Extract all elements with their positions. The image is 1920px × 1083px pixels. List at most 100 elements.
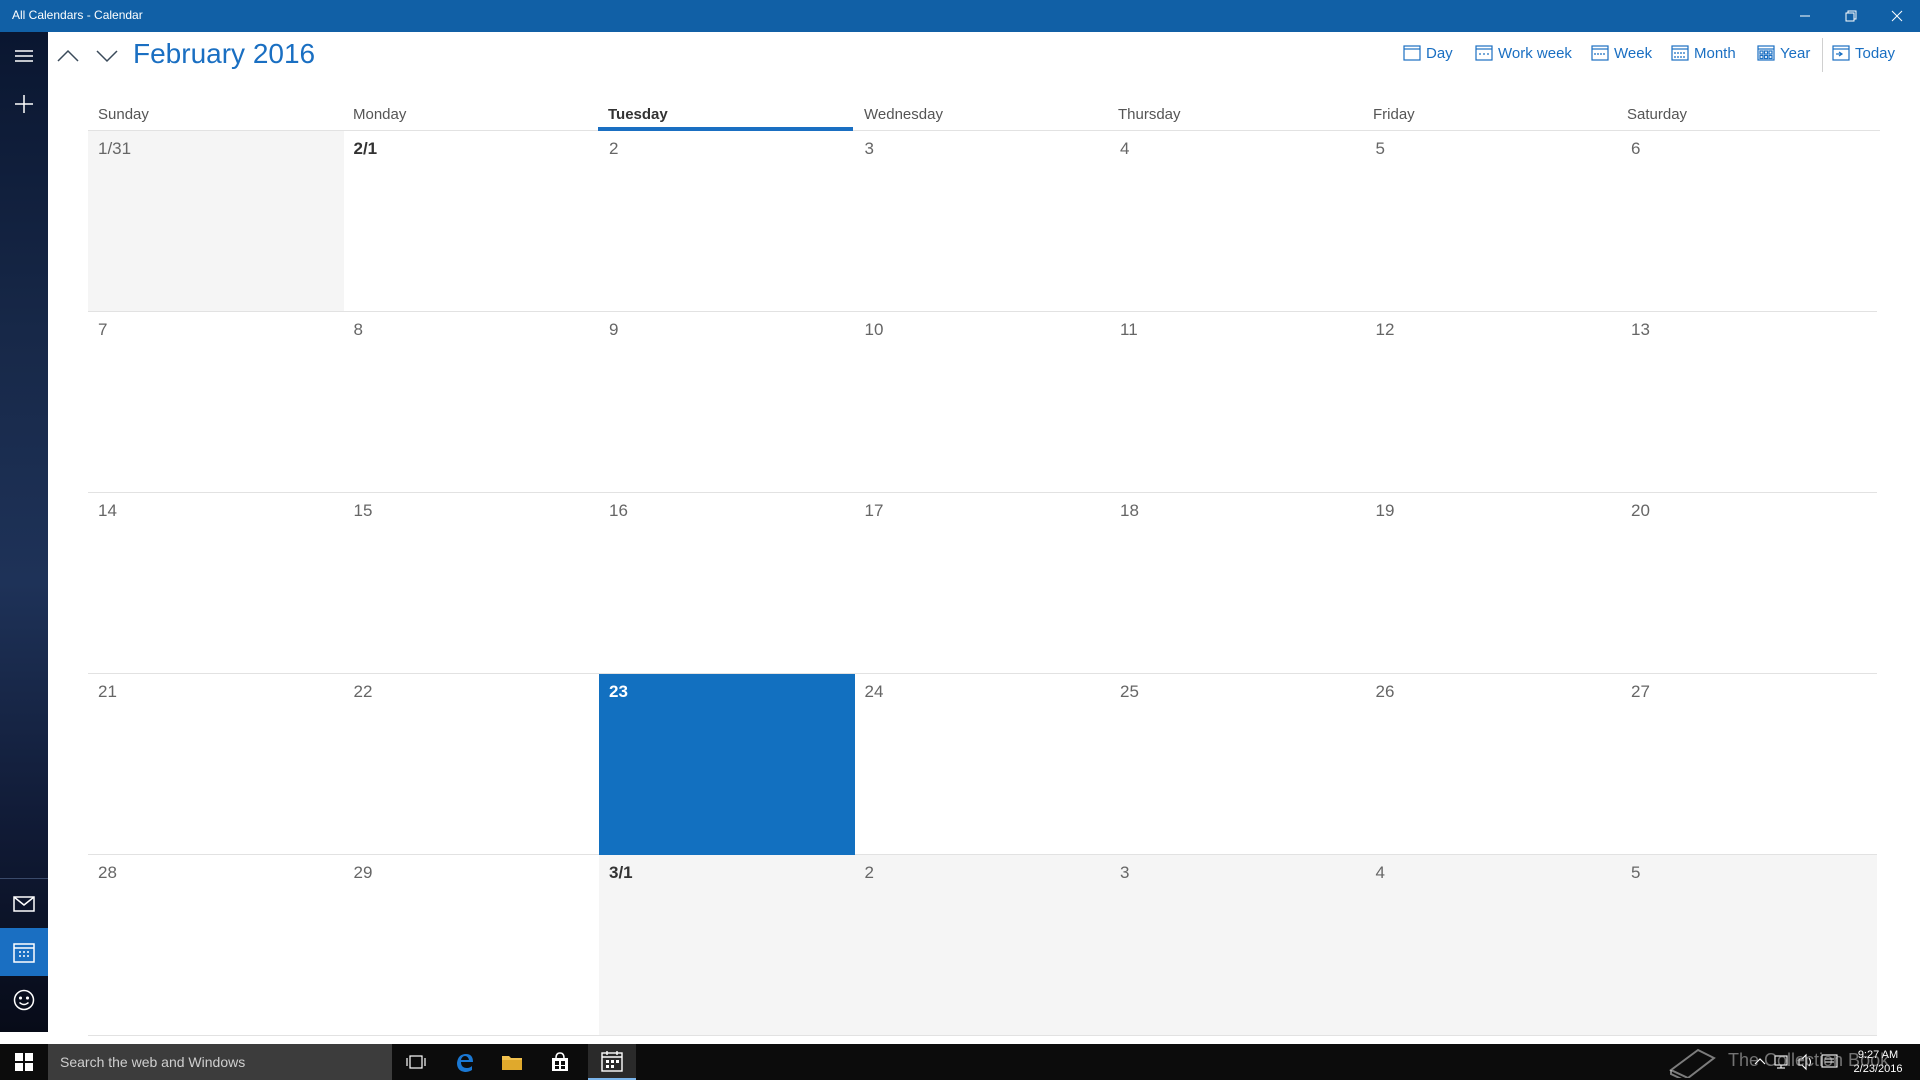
today-icon [1832, 45, 1850, 61]
day-cell[interactable]: 29 [343, 855, 600, 1036]
restore-button[interactable] [1828, 0, 1874, 32]
day-number: 5 [1375, 139, 1385, 158]
day-cell[interactable]: 25 [1110, 674, 1366, 855]
today-button[interactable]: Today [1832, 40, 1895, 66]
taskbar-search-box[interactable]: Search the web and Windows [48, 1044, 392, 1080]
calendar-icon [13, 943, 35, 963]
day-number: 28 [98, 863, 117, 882]
close-icon [1891, 10, 1903, 22]
watermark: The Collection Book [1668, 1040, 1889, 1080]
day-number: 22 [353, 682, 373, 701]
new-event-icon [15, 95, 33, 113]
day-number: 20 [1631, 501, 1650, 520]
day-cell[interactable]: 18 [1110, 493, 1366, 674]
day-view-icon [1403, 45, 1421, 61]
start-button[interactable] [0, 1044, 48, 1080]
day-cell[interactable]: 14 [88, 493, 344, 674]
day-number: 3/1 [609, 863, 633, 882]
people-icon [13, 989, 35, 1011]
day-cell[interactable]: 19 [1365, 493, 1622, 674]
day-cell[interactable]: 6 [1621, 131, 1877, 312]
day-cell[interactable]: 1/31 [88, 131, 344, 312]
day-number: 4 [1375, 863, 1385, 882]
day-cell[interactable]: 22 [343, 674, 600, 855]
watermark-text: The Collection Book [1728, 1049, 1890, 1070]
task-view-button[interactable] [392, 1044, 440, 1080]
day-cell[interactable]: 16 [599, 493, 855, 674]
week-view-icon [1591, 45, 1609, 61]
month-grid: 1/31 2/1 2 3 4 5 6 7 8 9 10 11 12 13 14 15 16 17 18 19 20 21 2… [88, 131, 1880, 1036]
rail-divider [0, 878, 48, 879]
store-button[interactable] [536, 1044, 584, 1080]
day-number: 2/1 [353, 139, 378, 158]
day-cell[interactable]: 3 [854, 131, 1111, 312]
day-number: 21 [98, 682, 117, 701]
day-number: 24 [864, 682, 884, 701]
calendar-app-button[interactable] [588, 1044, 636, 1080]
day-cell[interactable]: 2 [854, 855, 1111, 1036]
day-number: 6 [1631, 139, 1641, 158]
day-cell[interactable]: 28 [88, 855, 344, 1036]
day-cell[interactable]: 17 [854, 493, 1111, 674]
hamburger-menu-button[interactable] [0, 32, 48, 80]
day-number: 18 [1120, 501, 1139, 520]
day-number: 2 [864, 863, 874, 882]
store-icon [552, 1052, 568, 1071]
day-cell[interactable]: 12 [1365, 312, 1622, 493]
taskbar-search-placeholder: Search the web and Windows [60, 1054, 246, 1070]
day-cell[interactable]: 5 [1365, 131, 1622, 312]
day-cell[interactable]: 20 [1621, 493, 1877, 674]
day-cell-today[interactable]: 23 [599, 674, 855, 855]
day-cell[interactable]: 11 [1110, 312, 1366, 493]
left-rail [0, 32, 48, 1059]
day-number: 7 [98, 320, 108, 339]
day-cell[interactable]: 2/1 [343, 131, 600, 312]
day-cell[interactable]: 9 [599, 312, 855, 493]
minimize-button[interactable] [1782, 0, 1828, 32]
day-cell[interactable]: 4 [1365, 855, 1622, 1036]
new-event-button[interactable] [0, 80, 48, 128]
calendar-app-icon [601, 1051, 623, 1072]
day-cell[interactable]: 7 [88, 312, 344, 493]
day-cell[interactable]: 2 [599, 131, 855, 312]
day-number: 10 [864, 320, 884, 339]
day-cell[interactable]: 3 [1110, 855, 1366, 1036]
close-button[interactable] [1874, 0, 1920, 32]
day-cell[interactable]: 4 [1110, 131, 1366, 312]
day-cell[interactable]: 15 [343, 493, 600, 674]
hamburger-menu-icon [15, 50, 33, 62]
people-button[interactable] [0, 976, 48, 1024]
previous-month-button[interactable] [50, 42, 86, 70]
view-work-week-label: Work week [1498, 44, 1572, 62]
mail-button[interactable] [0, 880, 48, 928]
day-cell[interactable]: 8 [343, 312, 600, 493]
day-cell[interactable]: 24 [854, 674, 1111, 855]
day-cell[interactable]: 21 [88, 674, 344, 855]
day-number: 11 [1120, 320, 1138, 339]
weekday-header-saturday: Saturday [1627, 106, 1688, 123]
day-number: 27 [1631, 682, 1650, 701]
next-month-button[interactable] [89, 42, 125, 70]
day-number: 23 [609, 682, 628, 701]
day-cell[interactable]: 13 [1621, 312, 1877, 493]
view-divider [1822, 38, 1823, 72]
day-cell[interactable]: 3/1 [599, 855, 855, 1036]
view-week-button[interactable]: Week [1591, 40, 1652, 66]
day-cell[interactable]: 27 [1621, 674, 1877, 855]
day-number: 13 [1631, 320, 1650, 339]
month-view-icon [1671, 45, 1689, 61]
day-number: 8 [353, 320, 363, 339]
taskbar: Search the web and Windows 9:27 AM 2/23/… [0, 1044, 1920, 1080]
view-day-button[interactable]: Day [1403, 40, 1453, 66]
day-cell[interactable]: 5 [1621, 855, 1877, 1036]
file-explorer-button[interactable] [488, 1044, 536, 1080]
view-month-button[interactable]: Month [1671, 40, 1736, 66]
edge-browser-button[interactable] [440, 1044, 488, 1080]
month-title[interactable]: February 2016 [133, 38, 315, 70]
view-year-button[interactable]: Year [1757, 40, 1810, 66]
calendar-button[interactable] [0, 928, 48, 976]
day-cell[interactable]: 26 [1365, 674, 1622, 855]
mail-icon [13, 896, 35, 912]
day-cell[interactable]: 10 [854, 312, 1111, 493]
view-work-week-button[interactable]: Work week [1475, 40, 1572, 66]
